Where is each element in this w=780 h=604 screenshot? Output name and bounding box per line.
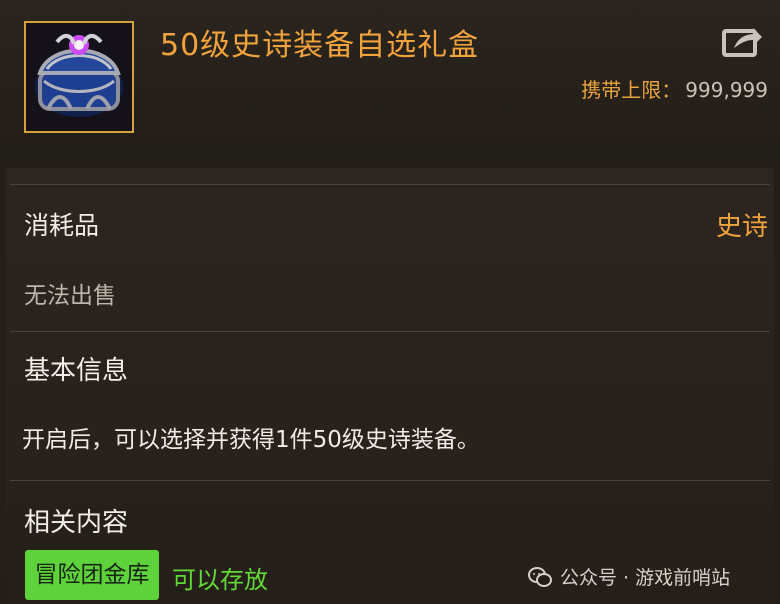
storage-status: 可以存放 <box>172 566 268 594</box>
item-icon-frame <box>24 21 134 133</box>
adventure-vault-tag[interactable]: 冒险团金库 <box>25 550 159 600</box>
item-description: 开启后，可以选择并获得1件50级史诗装备。 <box>22 427 480 453</box>
share-arrow-icon <box>722 28 762 57</box>
basic-info-title: 基本信息 <box>24 356 129 386</box>
item-rarity: 史诗 <box>715 212 768 242</box>
watermark-text: 公众号 · 游戏前哨站 <box>560 567 731 589</box>
carry-limit-value: 999,999 <box>685 78 768 102</box>
share-icon[interactable] <box>722 24 764 58</box>
related-content-title: 相关内容 <box>24 508 129 538</box>
sell-restriction: 无法出售 <box>24 283 116 309</box>
carry-limit: 携带上限： 999,999 <box>581 74 768 103</box>
divider <box>10 480 770 481</box>
watermark: 公众号 · 游戏前哨站 <box>528 563 730 590</box>
item-category: 消耗品 <box>24 211 100 240</box>
divider <box>10 331 770 332</box>
carry-limit-label: 携带上限： <box>581 78 682 102</box>
gift-chest-icon <box>26 23 132 131</box>
item-title: 50级史诗装备自选礼盒 <box>160 28 480 63</box>
wechat-icon <box>528 566 552 587</box>
divider <box>10 184 770 185</box>
